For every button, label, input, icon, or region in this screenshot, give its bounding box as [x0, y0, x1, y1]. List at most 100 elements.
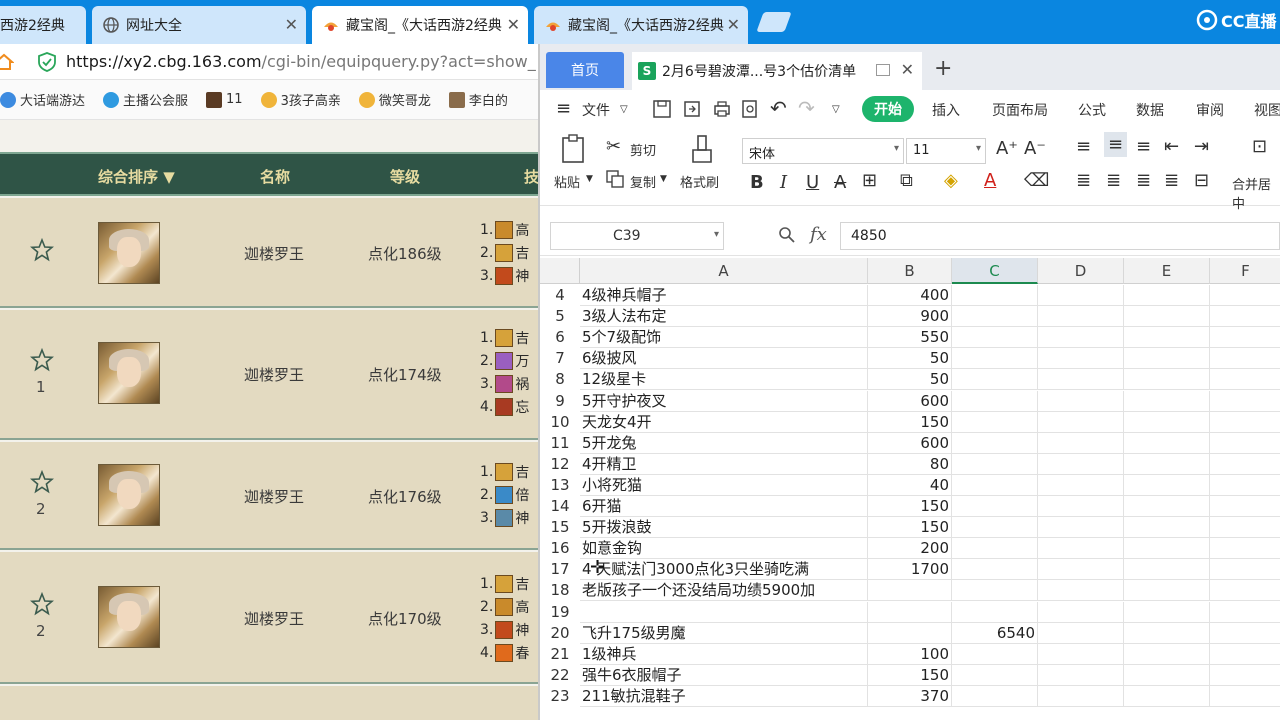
distributed-icon[interactable]: ⊟ [1194, 170, 1209, 191]
cell-b[interactable] [868, 622, 952, 644]
cell-f[interactable] [1210, 433, 1280, 454]
cell-a[interactable] [580, 601, 868, 623]
bookmark-item[interactable]: 11 [206, 91, 243, 108]
cell-b[interactable]: 150 [868, 411, 952, 433]
cell-d[interactable] [1038, 390, 1124, 412]
cell-c[interactable] [952, 643, 1038, 665]
cell-e[interactable] [1124, 664, 1210, 686]
cell-d[interactable] [1038, 432, 1124, 454]
browser-tab-2[interactable]: 网址大全 ✕ [92, 6, 306, 44]
cell-e[interactable] [1124, 538, 1210, 560]
print-preview-icon[interactable] [740, 99, 760, 119]
row-header[interactable]: 20 [540, 622, 580, 644]
row-header[interactable]: 21 [540, 643, 580, 665]
cell-e[interactable] [1124, 580, 1210, 602]
column-header-c[interactable]: C [952, 258, 1038, 284]
export-icon[interactable] [682, 99, 702, 119]
row-header[interactable]: 19 [540, 601, 580, 623]
cell-d[interactable] [1038, 685, 1124, 707]
cell-a[interactable]: 如意金钩 [580, 538, 868, 560]
cell-d[interactable] [1038, 474, 1124, 496]
cell-f[interactable] [1210, 559, 1280, 581]
column-header-e[interactable]: E [1124, 258, 1210, 284]
close-icon[interactable]: ✕ [285, 15, 298, 34]
row-header[interactable]: 10 [540, 411, 580, 433]
cell-f[interactable] [1210, 412, 1280, 433]
cell-a[interactable]: 小将死猫 [580, 474, 868, 496]
cell-d[interactable] [1038, 517, 1124, 539]
bookmark-item[interactable]: 大话端游达 [0, 90, 85, 109]
row-header[interactable]: 5 [540, 306, 580, 328]
cell-b[interactable]: 50 [868, 369, 952, 391]
cell-b[interactable]: 80 [868, 453, 952, 475]
listing-row[interactable]: 迦楼罗王 点化186级 1. 高 2. 吉 3. 神 [0, 198, 540, 308]
cell-b[interactable] [868, 601, 952, 623]
scissors-icon[interactable]: ✂ [606, 136, 621, 157]
home-tab[interactable]: 首页 [546, 52, 624, 88]
copy-icon[interactable] [606, 170, 624, 188]
chevron-down-icon[interactable]: ▽ [620, 104, 628, 115]
merge-center-button[interactable]: 合并居中 [1232, 174, 1280, 212]
menu-start[interactable]: 开始 [862, 96, 914, 122]
cell-c[interactable] [952, 685, 1038, 707]
row-header[interactable]: 22 [540, 664, 580, 686]
row-header[interactable]: 16 [540, 538, 580, 560]
cell-a[interactable]: 5个7级配饰 [580, 327, 868, 349]
fill-style-icon[interactable]: ⧉ [900, 170, 913, 191]
undo-icon[interactable]: ↶ [770, 96, 787, 120]
increase-font-icon[interactable]: A⁺ [996, 138, 1018, 159]
cell-e[interactable] [1124, 327, 1210, 349]
listing-row[interactable]: 1 迦楼罗王 点化174级 1. 吉 2. 万 3. 祸 4. 忘 [0, 310, 540, 440]
row-header[interactable]: 14 [540, 496, 580, 517]
cell-a[interactable]: 4级神兵帽子 [580, 285, 868, 306]
justify-icon[interactable]: ≣ [1164, 170, 1179, 191]
cell-e[interactable] [1124, 474, 1210, 496]
cell-f[interactable] [1210, 306, 1280, 328]
browser-tab-3[interactable]: 藏宝阁_《大话西游2经典 ✕ [312, 6, 528, 44]
eraser-icon[interactable]: ⌫ [1024, 170, 1049, 191]
url-text[interactable]: https://xy2.cbg.163.com/cgi-bin/equipque… [66, 52, 536, 71]
cell-c[interactable] [952, 517, 1038, 539]
browser-tab-4[interactable]: 藏宝阁_《大话西游2经典 ✕ [534, 6, 748, 44]
menu-page-layout[interactable]: 页面布局 [992, 100, 1048, 120]
strikethrough-icon[interactable]: A [834, 172, 846, 193]
row-header[interactable]: 6 [540, 327, 580, 349]
cell-b[interactable]: 150 [868, 517, 952, 539]
row-header[interactable]: 15 [540, 517, 580, 539]
cell-d[interactable] [1038, 580, 1124, 602]
menu-data[interactable]: 数据 [1136, 100, 1164, 120]
merge-cells-icon[interactable]: ⊡ [1252, 136, 1267, 157]
chevron-down-icon[interactable]: ▼ [660, 174, 667, 184]
pet-name[interactable]: 迦楼罗王 [244, 608, 304, 629]
copy-button[interactable]: 复制 [630, 172, 656, 191]
chevron-down-icon[interactable]: ▽ [832, 104, 840, 115]
cell-a[interactable]: 211敏抗混鞋子 [580, 685, 868, 707]
cell-a[interactable]: 6开猫 [580, 496, 868, 517]
cut-button[interactable]: 剪切 [630, 140, 656, 159]
pet-name[interactable]: 迦楼罗王 [244, 486, 304, 507]
bold-icon[interactable]: B [750, 172, 764, 193]
bookmark-item[interactable]: 李白的 [448, 90, 508, 109]
cell-f[interactable] [1210, 580, 1280, 602]
cell-d[interactable] [1038, 453, 1124, 475]
paste-button[interactable]: 粘贴 [554, 172, 580, 191]
menu-review[interactable]: 审阅 [1196, 100, 1224, 120]
cell-e[interactable] [1124, 453, 1210, 475]
cell-c[interactable] [952, 453, 1038, 475]
hamburger-icon[interactable]: ≡ [556, 98, 571, 119]
cell-e[interactable] [1124, 348, 1210, 370]
new-tab-button[interactable] [756, 12, 792, 32]
cell-b[interactable]: 600 [868, 390, 952, 412]
align-center-icon[interactable]: ≣ [1106, 170, 1121, 191]
cell-c[interactable] [952, 580, 1038, 602]
font-family-select[interactable]: 宋体 ▾ [742, 138, 904, 164]
cell-f[interactable] [1210, 369, 1280, 391]
row-header[interactable]: 12 [540, 453, 580, 475]
row-header[interactable]: 13 [540, 474, 580, 496]
close-icon[interactable]: ✕ [507, 15, 520, 34]
cell-b[interactable]: 370 [868, 685, 952, 707]
cell-c[interactable] [952, 432, 1038, 454]
bookmark-item[interactable]: 微笑哥龙 [358, 90, 431, 109]
cell-e[interactable] [1124, 411, 1210, 433]
cell-e[interactable] [1124, 369, 1210, 391]
